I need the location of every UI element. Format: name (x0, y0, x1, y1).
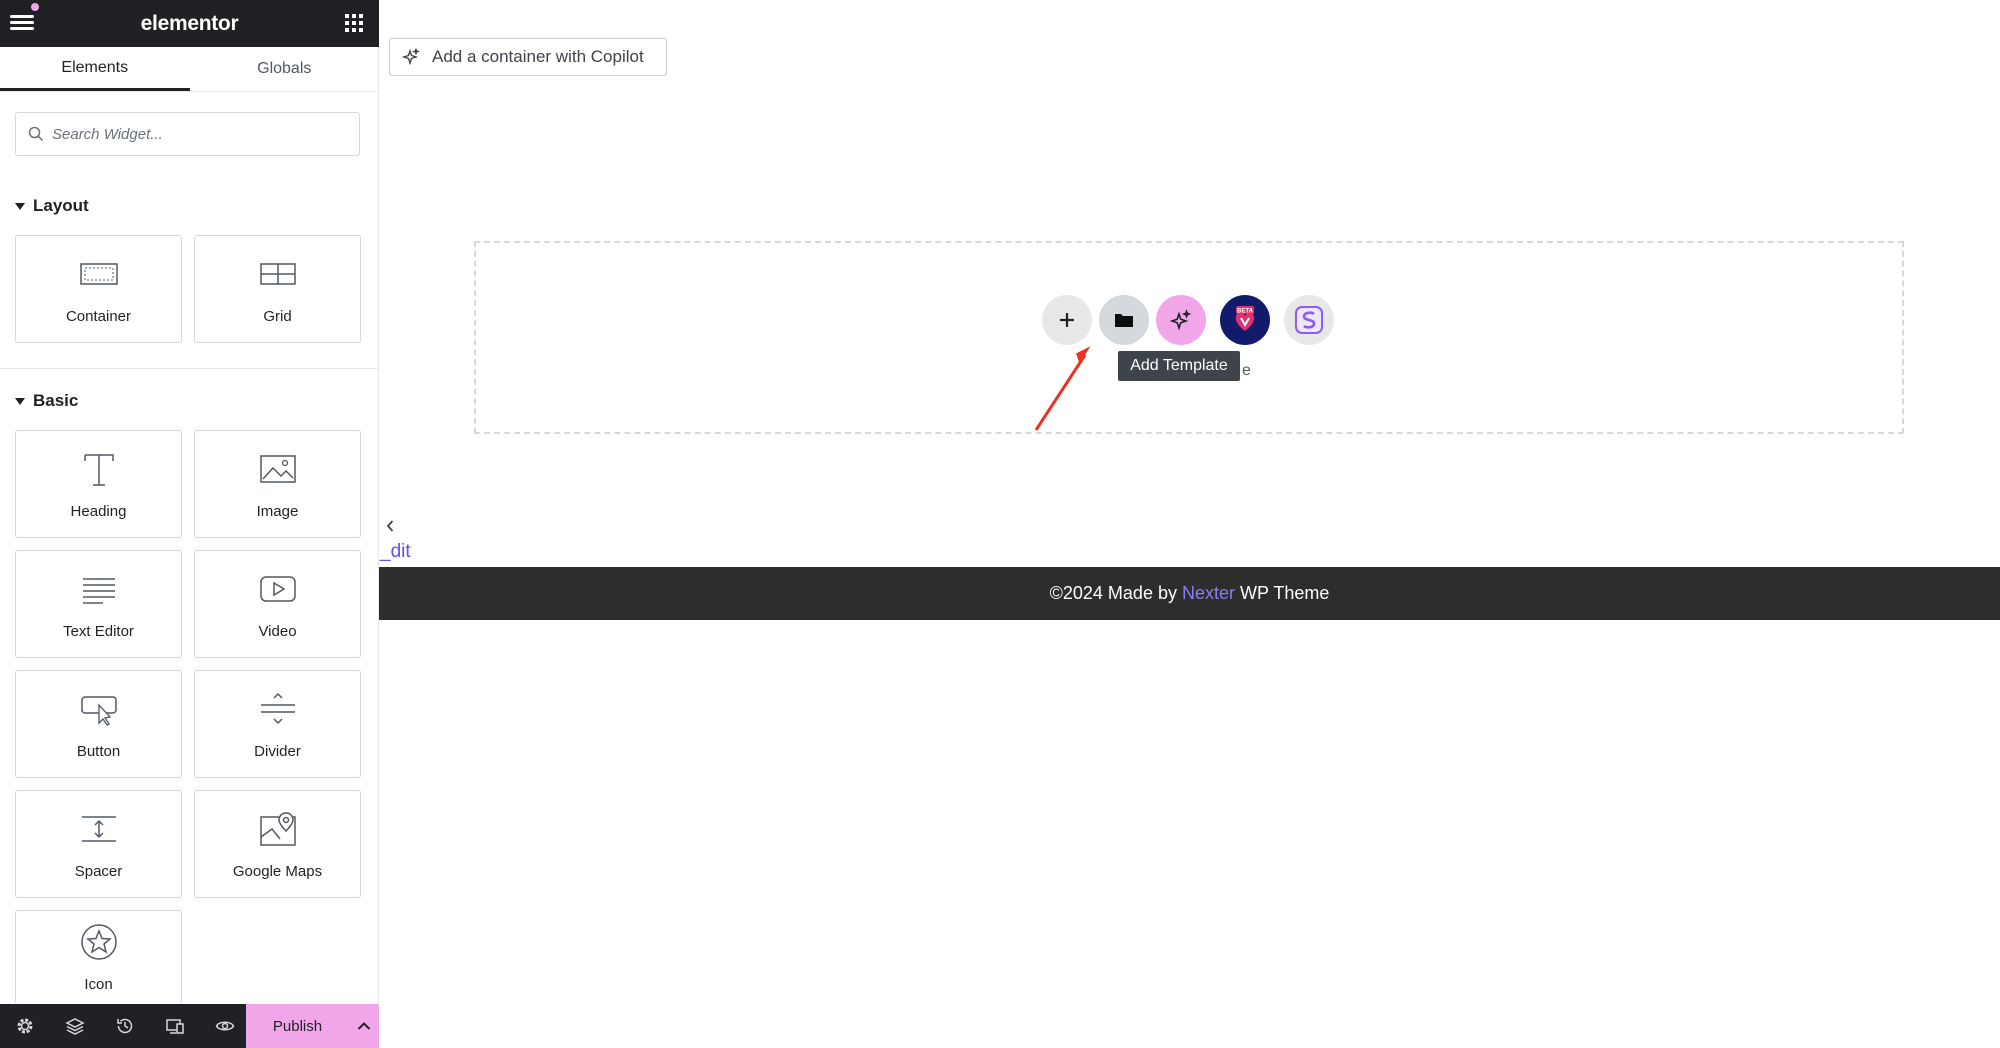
widget-label: Divider (254, 742, 301, 760)
plus-icon (1060, 313, 1074, 327)
widgets-grid-icon[interactable] (345, 14, 363, 32)
chevron-left-icon (386, 520, 394, 532)
video-icon (259, 575, 296, 602)
star-icon (80, 924, 117, 960)
add-container-copilot-button[interactable]: Add a container with Copilot (389, 38, 667, 76)
widget-container[interactable]: Container (15, 235, 182, 343)
copilot-label: Add a container with Copilot (432, 47, 644, 66)
widget-text-editor[interactable]: Text Editor (15, 550, 182, 658)
layers-icon (65, 1018, 85, 1035)
publish-label: Publish (272, 1017, 323, 1035)
section-layout-title: Layout (33, 196, 89, 215)
panel-tabs: Elements Globals (0, 47, 379, 92)
widget-label: Heading (70, 502, 127, 520)
footer-prefix: ©2024 Made by (1049, 583, 1177, 603)
panel-footer: Publish (0, 1004, 379, 1048)
widget-label: Text Editor (63, 622, 134, 640)
widget-label: Google Maps (232, 862, 323, 880)
nexter-link[interactable]: Nexter (1182, 583, 1235, 604)
heading-icon (83, 453, 114, 486)
editor-canvas (379, 0, 2000, 1048)
section-basic-toggle[interactable]: Basic (15, 391, 78, 411)
history-icon (117, 1018, 133, 1034)
section-divider (0, 368, 379, 369)
sparkle-icon (1170, 309, 1192, 331)
widget-video[interactable]: Video (194, 550, 361, 658)
widget-button[interactable]: Button (15, 670, 182, 778)
search-widget-field (15, 112, 360, 156)
widget-label: Button (76, 742, 121, 760)
settings-button[interactable] (0, 1004, 50, 1048)
widget-google-maps[interactable]: Google Maps (194, 790, 361, 898)
footer-suffix: WP Theme (1240, 583, 1330, 603)
edit-link[interactable]: _dit (380, 541, 411, 563)
widget-label: Grid (263, 307, 292, 325)
grid-icon (259, 262, 296, 285)
section-basic-title: Basic (33, 391, 79, 410)
responsive-icon (166, 1019, 184, 1034)
spacer-icon (81, 815, 116, 842)
sparkle-icon (402, 48, 420, 66)
button-icon (80, 695, 117, 726)
hamburger-menu-icon[interactable] (10, 12, 34, 34)
widget-label: Icon (84, 976, 113, 993)
caret-down-icon (15, 202, 25, 210)
chevron-up-icon (357, 1022, 371, 1030)
search-icon (28, 126, 44, 142)
addon-beta-button[interactable]: BETA (1220, 295, 1270, 345)
tab-elements[interactable]: Elements (0, 47, 190, 91)
divider-icon (260, 692, 295, 724)
widget-icon[interactable]: Icon (15, 910, 182, 1004)
search-widget-input[interactable] (52, 125, 342, 143)
add-section-button[interactable] (1042, 295, 1092, 345)
navigator-button[interactable] (50, 1004, 100, 1048)
preview-button[interactable] (200, 1004, 250, 1048)
annotation-arrow (1034, 346, 1091, 431)
widget-heading[interactable]: Heading (15, 430, 182, 538)
panel-topbar: elementor (0, 0, 379, 47)
history-button[interactable] (100, 1004, 150, 1048)
widget-label: Image (256, 502, 299, 520)
image-icon (259, 454, 296, 483)
text-editor-icon (82, 577, 115, 604)
elementor-logo: elementor (140, 11, 239, 35)
heart-badge-icon: BETA (1235, 306, 1255, 331)
add-template-button[interactable] (1099, 295, 1149, 345)
notification-dot (31, 3, 39, 11)
widget-image[interactable]: Image (194, 430, 361, 538)
eye-icon (215, 1021, 235, 1031)
publish-button[interactable]: Publish (246, 1004, 379, 1048)
widget-label: Spacer (74, 862, 123, 880)
widget-label: Video (258, 622, 297, 640)
tab-globals[interactable]: Globals (190, 47, 380, 91)
ai-generate-button[interactable] (1156, 295, 1206, 345)
responsive-mode-button[interactable] (150, 1004, 200, 1048)
widget-divider[interactable]: Divider (194, 670, 361, 778)
caret-down-icon (15, 397, 25, 405)
widget-spacer[interactable]: Spacer (15, 790, 182, 898)
elementor-panel: elementor Elements Globals Layout Contai… (0, 0, 379, 1048)
section-layout-toggle[interactable]: Layout (15, 196, 89, 216)
s-logo-icon (1295, 306, 1323, 334)
site-footer: ©2024 Made by Nexter WP Theme (379, 567, 2000, 620)
google-maps-icon (259, 811, 296, 846)
folder-icon (1115, 314, 1133, 327)
widget-label: Container (65, 307, 132, 325)
gear-icon (17, 1018, 33, 1034)
addon-s-button[interactable] (1284, 295, 1334, 345)
beta-badge: BETA (1237, 309, 1254, 315)
widget-grid[interactable]: Grid (194, 235, 361, 343)
container-icon (79, 262, 118, 285)
add-template-tooltip: Add Template (1118, 351, 1240, 381)
publish-options-button[interactable] (349, 1004, 379, 1048)
